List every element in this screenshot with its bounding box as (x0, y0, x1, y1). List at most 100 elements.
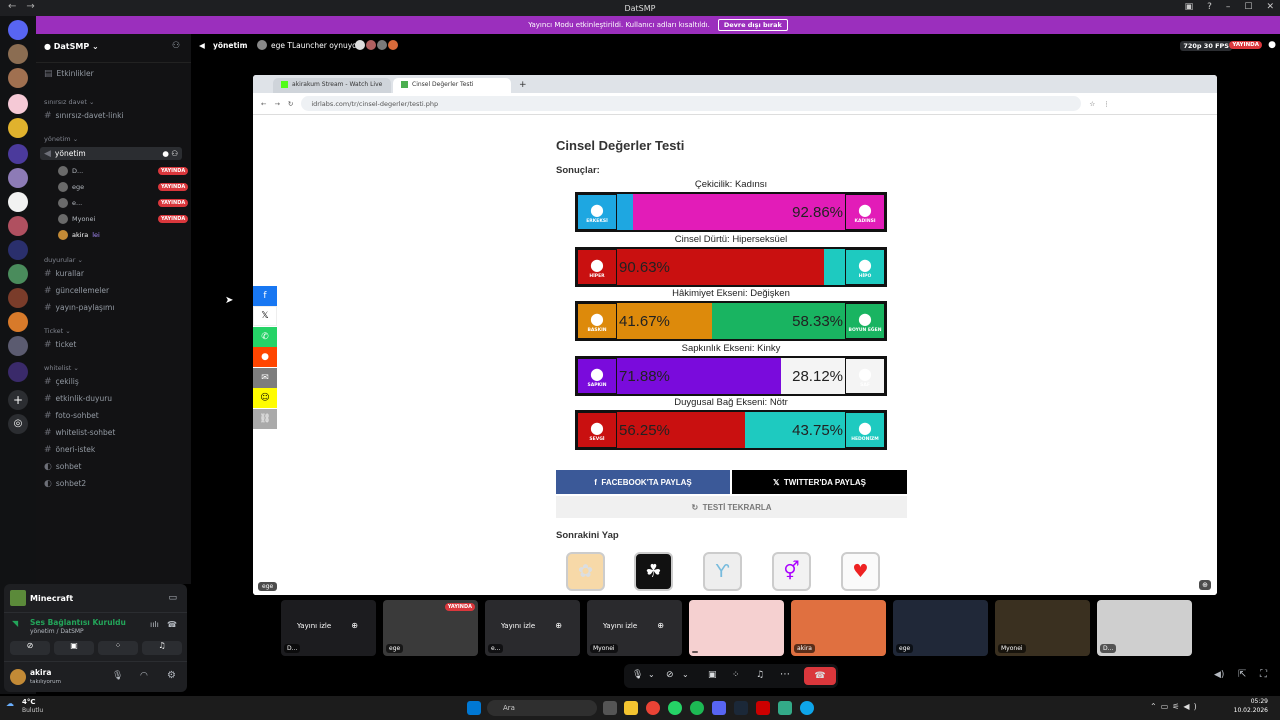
activity-settings-icon[interactable]: ▭ (168, 593, 177, 603)
reddit-share-icon[interactable]: ● (253, 347, 277, 367)
voice-channel-yonetim[interactable]: ◀ yönetim ● ⚇ (40, 147, 182, 160)
participant-tile[interactable]: Myonei (995, 600, 1090, 656)
minimize-icon[interactable]: – (1226, 2, 1231, 12)
mic-icon[interactable]: 🎙︎ (112, 671, 123, 681)
disable-button[interactable]: Devre dışı bırak (717, 19, 788, 31)
browser-tab[interactable]: akirakum Stream - Watch Live (273, 78, 391, 93)
channel-item[interactable]: # foto-sohbet (44, 411, 99, 421)
voice-settings-icon[interactable]: ● ⚇ (162, 149, 178, 158)
channel-item[interactable]: # güncellemeler (44, 286, 109, 296)
file-explorer-icon[interactable] (624, 701, 638, 715)
channel-item[interactable]: ◐ sohbet2 (44, 479, 86, 489)
participant-tile[interactable] (689, 600, 784, 656)
server-icon[interactable] (8, 44, 28, 64)
reload-icon[interactable]: ↻ (288, 100, 293, 108)
retry-button[interactable]: ↻ TESTİ TEKRARLA (556, 496, 907, 518)
zoom-icon[interactable]: ⊕ (1199, 580, 1211, 590)
close-icon[interactable]: ✕ (1266, 2, 1274, 12)
spotify-icon[interactable] (690, 701, 704, 715)
facebook-share-button[interactable]: f FACEBOOK'TA PAYLAŞ (556, 470, 730, 494)
discord-icon[interactable] (712, 701, 726, 715)
discord-home-icon[interactable] (8, 20, 28, 40)
chevron-down-icon[interactable]: ⌄ (682, 670, 689, 679)
forward-icon[interactable]: → (26, 1, 34, 12)
fullscreen-icon[interactable]: ⛶ (1260, 669, 1267, 680)
steam-icon[interactable] (734, 701, 748, 715)
new-tab-icon[interactable]: + (513, 80, 533, 93)
star-icon[interactable]: ☆ (1089, 100, 1095, 108)
soundboard-icon[interactable]: ♫ (756, 670, 764, 680)
next-test-card[interactable]: ⚥ (772, 552, 811, 591)
camera-button[interactable]: ⊘ (10, 641, 50, 655)
whatsapp-share-icon[interactable]: ✆ (253, 327, 277, 347)
next-test-card[interactable]: Ƴ (703, 552, 742, 591)
camera-off-icon[interactable]: ⊘ (666, 670, 674, 680)
server-icon[interactable] (8, 216, 28, 236)
chrome-icon[interactable] (646, 701, 660, 715)
watch-stream-button[interactable]: Yayını izle (603, 622, 637, 630)
channel-item[interactable]: # ticket (44, 340, 76, 350)
voice-user[interactable]: Myonei YAYINDA (58, 214, 189, 224)
popout-icon[interactable]: ⊕ (351, 621, 358, 630)
disconnect-icon[interactable]: ☎ (167, 620, 177, 629)
server-icon[interactable] (8, 68, 28, 88)
screen-share-button[interactable]: ▣ (54, 641, 94, 655)
mic-icon[interactable]: 🎙︎ (632, 670, 643, 680)
voice-user[interactable]: ege YAYINDA (58, 182, 189, 192)
participant-tile[interactable]: D... (1097, 600, 1192, 656)
url-field[interactable]: idrlabs.com/tr/cinsel-degerler/testi.php (301, 96, 1082, 111)
participant-tile[interactable]: ege (893, 600, 988, 656)
inbox-icon[interactable]: ▣ (1185, 2, 1194, 12)
channel-item[interactable]: # öneri-istek (44, 445, 95, 455)
voice-user[interactable]: e... YAYINDA (58, 198, 189, 208)
discover-icon[interactable]: ◎ (8, 414, 28, 434)
channel-item[interactable]: ◐ sohbet (44, 462, 81, 472)
next-test-card[interactable]: ♥ (841, 552, 880, 591)
search-bar[interactable]: Ara (487, 700, 597, 716)
category-header[interactable]: Ticket ⌄ (44, 327, 71, 335)
participant-tile[interactable]: Yayını izle ⊕ e... (485, 600, 580, 656)
link-share-icon[interactable]: ⛓ (253, 409, 277, 429)
category-header[interactable]: whitelist ⌄ (44, 364, 79, 372)
server-icon[interactable] (8, 192, 28, 212)
maximize-icon[interactable]: ☐ (1244, 2, 1252, 12)
back-icon[interactable]: ← (261, 100, 266, 108)
server-icon[interactable] (8, 264, 28, 284)
avatar[interactable] (10, 669, 26, 685)
category-header[interactable]: sınırsız davet ⌄ (44, 98, 94, 106)
category-header[interactable]: duyurular ⌄ (44, 256, 83, 264)
forward-icon[interactable]: → (274, 100, 279, 108)
help-icon[interactable]: ? (1207, 2, 1212, 12)
app-icon[interactable] (756, 701, 770, 715)
channel-item[interactable]: # whitelist-sohbet (44, 428, 115, 438)
browser-tab-active[interactable]: Cinsel Değerler Testi (393, 78, 511, 93)
channel-item[interactable]: # yayın-paylaşımı (44, 303, 114, 313)
channel-item[interactable]: # sınırsız-davet-linki (44, 111, 124, 121)
leave-call-button[interactable]: ☎ (804, 667, 836, 685)
popout-icon[interactable]: ⊕ (657, 621, 664, 630)
popout-icon[interactable]: ⊕ (555, 621, 562, 630)
server-icon[interactable] (8, 168, 28, 188)
server-icon[interactable] (8, 288, 28, 308)
popout-icon[interactable]: ⇱ (1238, 669, 1246, 680)
system-tray-icons[interactable]: ⌃▭⚟◀) (1150, 702, 1201, 711)
x-share-icon[interactable]: 𝕏 (253, 306, 277, 326)
voice-user[interactable]: D... YAYINDA (58, 166, 189, 176)
add-server-icon[interactable]: + (8, 390, 28, 410)
voice-user[interactable]: akira lei (58, 230, 178, 240)
category-header[interactable]: yönetim ⌄ (44, 135, 78, 143)
extensions-icon[interactable]: ⋮ (1103, 100, 1110, 108)
server-icon[interactable] (8, 362, 28, 382)
soundboard-button[interactable]: ♫ (142, 641, 182, 655)
server-icon[interactable] (8, 118, 28, 138)
events-link[interactable]: ▤ Etkinlikler (44, 69, 94, 79)
snapchat-share-icon[interactable]: ☺ (253, 388, 277, 408)
server-icon[interactable] (8, 312, 28, 332)
participant-tile[interactable]: YAYINDA ege (383, 600, 478, 656)
noise-icon[interactable]: ıılı (150, 620, 159, 629)
windows-start-icon[interactable] (467, 701, 481, 715)
guild-header[interactable]: ● DatSMP ⌄ (44, 42, 99, 51)
channel-item[interactable]: # etkinlik-duyuru (44, 394, 112, 404)
volume-icon[interactable]: ◀) (1214, 670, 1224, 680)
app-icon[interactable] (778, 701, 792, 715)
